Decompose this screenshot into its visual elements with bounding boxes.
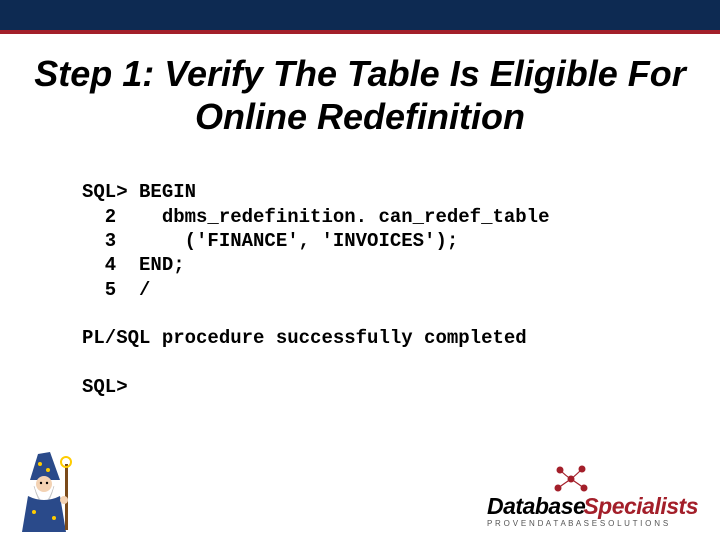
code-result: PL/SQL procedure successfully completed <box>82 327 527 349</box>
code-prompt: SQL> <box>82 376 128 398</box>
top-bar <box>0 0 720 34</box>
code-line: 5 / <box>82 279 150 301</box>
code-line: 3 ('FINANCE', 'INVOICES'); <box>82 230 458 252</box>
logo-block: DatabaseSpecialists P R O V E N D A T A … <box>487 495 698 528</box>
logo-tagline: P R O V E N D A T A B A S E S O L U T I … <box>487 519 698 528</box>
slide-title: Step 1: Verify The Table Is Eligible For… <box>0 34 720 148</box>
code-line: 2 dbms_redefinition. can_redef_table <box>82 206 549 228</box>
logo-word-2: Specialists <box>583 493 698 519</box>
code-line: SQL> BEGIN <box>82 181 196 203</box>
code-line: 4 END; <box>82 254 185 276</box>
wizard-icon <box>10 446 84 534</box>
code-block: SQL> BEGIN 2 dbms_redefinition. can_rede… <box>82 180 720 399</box>
logo-word-1: Database <box>487 493 585 519</box>
logo-mark-icon <box>550 462 592 496</box>
